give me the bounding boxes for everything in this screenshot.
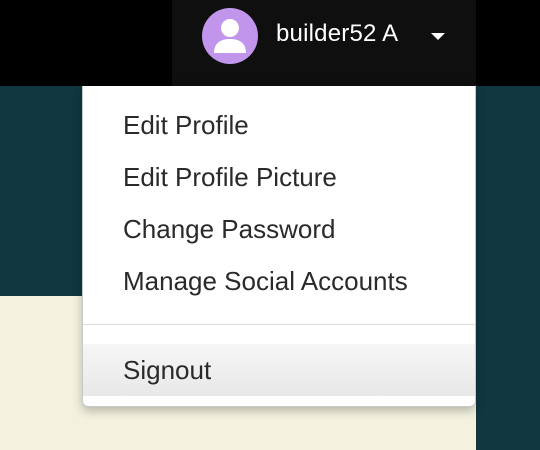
- right-side-background: [476, 86, 540, 450]
- menu-item-label: Manage Social Accounts: [123, 265, 408, 296]
- signout-button[interactable]: Signout: [83, 344, 475, 396]
- caret-down-icon[interactable]: [431, 33, 445, 40]
- menu-item-label: Edit Profile Picture: [123, 161, 337, 192]
- menu-item-edit-profile[interactable]: Edit Profile: [83, 99, 475, 151]
- user-silhouette-icon: [214, 19, 246, 53]
- menu-item-change-password[interactable]: Change Password: [83, 203, 475, 255]
- menu-item-label: Edit Profile: [123, 109, 249, 140]
- avatar[interactable]: [202, 8, 258, 64]
- user-menu-toggle[interactable]: builder52 A: [172, 0, 476, 86]
- signout-label: Signout: [123, 354, 212, 385]
- user-dropdown-menu: Edit Profile Edit Profile Picture Change…: [82, 86, 476, 407]
- menu-item-manage-social-accounts[interactable]: Manage Social Accounts: [83, 255, 475, 307]
- top-navbar: builder52 A: [0, 0, 540, 86]
- menu-item-edit-profile-picture[interactable]: Edit Profile Picture: [83, 151, 475, 203]
- menu-divider: [83, 324, 475, 325]
- username-label[interactable]: builder52 A: [276, 20, 398, 48]
- menu-item-label: Change Password: [123, 213, 336, 244]
